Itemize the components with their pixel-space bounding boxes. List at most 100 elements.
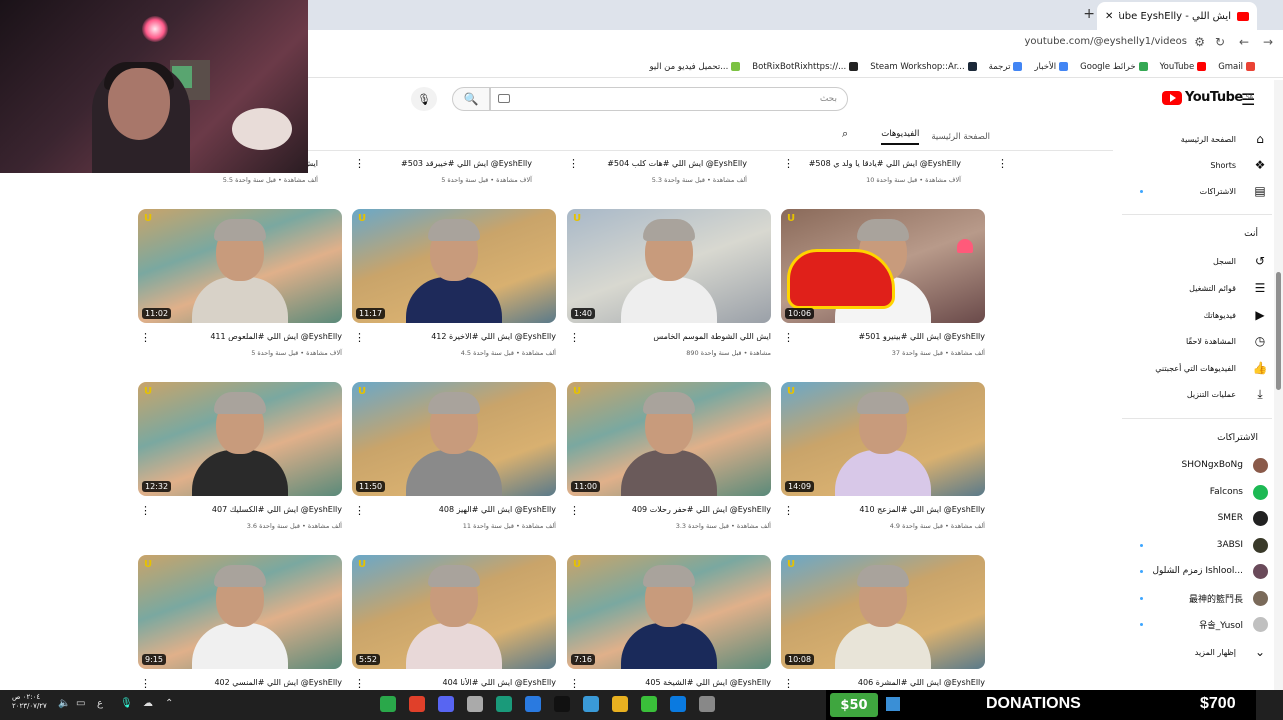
language-indicator[interactable]: ع	[97, 698, 103, 709]
video-title[interactable]: ايش اللي #الكسليك 407 @EyshElly	[124, 505, 342, 514]
site-settings-icon[interactable]: ⚙	[1194, 35, 1205, 49]
video-thumbnail[interactable]: U 12:32	[138, 382, 342, 496]
subscription-item[interactable]: 유솔_Yusol	[1128, 612, 1268, 636]
tab-videos[interactable]: الفيديوهات	[881, 129, 920, 145]
minecraft-icon[interactable]	[641, 696, 657, 712]
sidebar-item-downloads[interactable]: عمليات التنزيل ⤓	[1128, 382, 1268, 406]
you-header[interactable]: أنت	[1128, 229, 1258, 239]
sidebar-item-shorts[interactable]: Shorts ❖	[1128, 153, 1268, 177]
youtube-logo[interactable]: YouTube SA	[1162, 90, 1253, 105]
video-thumbnail[interactable]: U 11:00	[567, 382, 771, 496]
more-options-icon[interactable]: ⋮	[140, 331, 151, 344]
video-title[interactable]: ايش اللي #الملعوص 411 @EyshElly	[124, 332, 342, 341]
more-options-icon[interactable]: ⋮	[997, 157, 1008, 170]
mic-tray-icon[interactable]: 🎙	[120, 698, 133, 709]
settings-icon[interactable]	[467, 696, 483, 712]
reload-icon[interactable]: ↻	[1215, 35, 1225, 49]
video-title[interactable]: ايش اللي #حفر رحلات 409 @EyshElly	[553, 505, 771, 514]
more-options-icon[interactable]: ⋮	[354, 677, 365, 690]
show-more-button[interactable]: إظهار المزيد ⌄	[1128, 640, 1268, 664]
sidebar-item-history[interactable]: السجل ↺	[1128, 249, 1268, 273]
video-title[interactable]: ايش اللي الشوطة الموسم الخامس	[553, 332, 771, 341]
bookmark-item[interactable]: BotRixBotRixhttps://...	[752, 62, 859, 72]
video-thumbnail[interactable]: U 10:06	[781, 209, 985, 323]
bookmark-item[interactable]: تحميل فيديو من اليو...	[650, 62, 741, 72]
more-options-icon[interactable]: ⋮	[140, 677, 151, 690]
sidebar-item-subscriptions[interactable]: الاشتراكات ▤	[1128, 179, 1268, 203]
sidebar-item-liked[interactable]: الفيديوهات التي أعجبتني 👍	[1128, 356, 1268, 380]
video-title[interactable]: ايش اللي #الهيز 408 @EyshElly	[338, 505, 556, 514]
video-thumbnail[interactable]: U 1:40	[567, 209, 771, 323]
video-thumbnail[interactable]: U 14:09	[781, 382, 985, 496]
bookmark-item[interactable]: الأخبار	[1034, 62, 1069, 72]
more-options-icon[interactable]: ⋮	[569, 677, 580, 690]
scrollbar-thumb[interactable]	[1276, 272, 1281, 390]
chrome-icon[interactable]	[525, 696, 541, 712]
more-options-icon[interactable]: ⋮	[354, 504, 365, 517]
video-title[interactable]: #ايش اللي #يادقا يا ولد ي 508 @EyshElly	[761, 159, 961, 168]
keyboard-icon[interactable]	[498, 94, 510, 103]
more-options-icon[interactable]: ⋮	[783, 504, 794, 517]
sidebar-item-home[interactable]: الصفحة الرئيسية ⌂	[1128, 127, 1268, 151]
video-thumbnail[interactable]: U 11:17	[352, 209, 556, 323]
video-thumbnail[interactable]: U 9:15	[138, 555, 342, 669]
window-icon[interactable]	[699, 696, 715, 712]
more-options-icon[interactable]: ⋮	[140, 504, 151, 517]
browser-tab[interactable]: ✕ ايش اللي - YouTube EyshElly	[1097, 2, 1257, 30]
framer-icon[interactable]	[583, 696, 599, 712]
bookmark-item[interactable]: YouTube	[1160, 62, 1207, 72]
video-title[interactable]: ايش اللي #المشرة 406 @EyshElly	[767, 678, 985, 687]
subscriptions-header[interactable]: الاشتراكات	[1128, 433, 1258, 443]
epic-icon[interactable]	[554, 696, 570, 712]
more-options-icon[interactable]: ⋮	[569, 504, 580, 517]
subscription-item[interactable]: SHONgxBoNg	[1128, 453, 1268, 477]
xbox-icon[interactable]	[380, 696, 396, 712]
video-title[interactable]: ايش اللي #الشيخة 405 @EyshElly	[553, 678, 771, 687]
video-thumbnail[interactable]: U 5:52	[352, 555, 556, 669]
sidebar-item-your-videos[interactable]: فيديوهاتك ▶	[1128, 303, 1268, 327]
bookmark-item[interactable]: Steam Workshop::Ar...	[870, 62, 977, 72]
more-options-icon[interactable]: ⋮	[569, 331, 580, 344]
spotify-icon[interactable]	[496, 696, 512, 712]
sidebar-item-playlists[interactable]: قوائم التشغيل ☰	[1128, 276, 1268, 300]
sidebar-item-watch-later[interactable]: المشاهدة لاحقًا ◷	[1128, 329, 1268, 353]
volume-icon[interactable]: 🔈	[58, 698, 70, 709]
bookmark-item[interactable]: Google خرائط	[1080, 62, 1148, 72]
video-title[interactable]: #ايش اللي #خيبرقد 503 @EyshElly	[332, 159, 532, 168]
subscription-item[interactable]: زمزم الشلول Ishlool...	[1128, 559, 1268, 583]
folder-icon[interactable]	[612, 696, 628, 712]
subscription-item[interactable]: Falcons	[1128, 480, 1268, 504]
video-title[interactable]: #ايش اللي #بينيرو 501 @EyshElly	[767, 332, 986, 341]
subscription-item[interactable]: SMER	[1128, 506, 1268, 530]
cloud-icon[interactable]: ☁	[143, 698, 153, 709]
bookmark-item[interactable]: Gmail	[1218, 62, 1255, 72]
forward-icon[interactable]: ←	[1239, 35, 1249, 49]
tray-chevron-icon[interactable]: ⌃	[165, 698, 173, 709]
more-options-icon[interactable]: ⋮	[354, 331, 365, 344]
subscription-item[interactable]: 最神的籃鬥長	[1128, 586, 1268, 610]
video-title[interactable]: ايش اللي #المزعج 410 @EyshElly	[767, 505, 985, 514]
discord-alt-icon[interactable]	[409, 696, 425, 712]
close-tab-icon[interactable]: ✕	[1105, 11, 1113, 22]
video-thumbnail[interactable]: U 7:16	[567, 555, 771, 669]
video-thumbnail[interactable]: U 10:08	[781, 555, 985, 669]
subscription-item[interactable]: 3ABSI	[1128, 533, 1268, 557]
search-input[interactable]: بحث	[490, 87, 848, 111]
video-title[interactable]: ايش اللي #المنسي 402 @EyshElly	[124, 678, 342, 687]
video-thumbnail[interactable]: U 11:02	[138, 209, 342, 323]
tab-home[interactable]: الصفحة الرئيسية	[931, 132, 990, 142]
network-icon[interactable]: ▭	[76, 698, 85, 709]
clock[interactable]: ٠٢:٠٤ ص ٢٠٢٣/٠٧/٢٧	[12, 693, 47, 711]
video-title[interactable]: ايش اللي #الأنا 404 @EyshElly	[338, 678, 557, 687]
back-icon[interactable]: →	[1263, 35, 1273, 49]
search-button[interactable]: 🔍	[452, 87, 490, 111]
url-field[interactable]: youtube.com/@eyshelly1/videos	[1024, 36, 1187, 47]
bookmark-item[interactable]: ترجمة	[989, 62, 1023, 72]
more-options-icon[interactable]: ⋮	[783, 677, 794, 690]
video-thumbnail[interactable]: U 11:50	[352, 382, 556, 496]
voice-search-button[interactable]: 🎙	[411, 87, 437, 111]
discord-icon[interactable]	[438, 696, 454, 712]
edge-icon[interactable]	[670, 696, 686, 712]
video-title[interactable]: ايش اللي #الاخيرة 412 @EyshElly	[338, 332, 556, 341]
video-title[interactable]: #ايش اللي #هات كلب 504 @EyshElly	[547, 159, 747, 168]
